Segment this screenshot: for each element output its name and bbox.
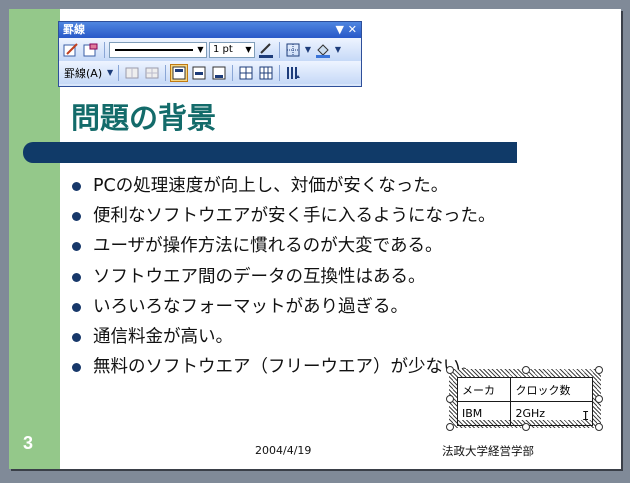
bullet-item[interactable]: 無料のソフトウエア（フリーウエア）が少ない。 <box>69 353 496 383</box>
resize-handle-w[interactable] <box>446 395 454 403</box>
toolbar-window-buttons[interactable]: ▼ ✕ <box>335 22 357 38</box>
distribute-columns-icon[interactable] <box>257 64 275 82</box>
bullet-dot-icon <box>72 363 81 373</box>
bullet-dot-icon <box>72 272 81 282</box>
line-style-sample <box>115 48 193 51</box>
resize-handle-ne[interactable] <box>595 366 603 374</box>
ibeam-cursor-icon: I <box>582 409 590 423</box>
fill-color-icon[interactable] <box>314 41 332 59</box>
merge-cells-icon[interactable] <box>123 64 141 82</box>
toolbar-separator <box>279 41 280 58</box>
title-underline-bar <box>23 142 517 163</box>
resize-handle-se[interactable] <box>595 423 603 431</box>
tables-borders-toolbar[interactable]: 罫線 ▼ ✕ ▼ 1 pt ▼ ▼ ▼ 罫線(A) ▼ <box>58 21 362 87</box>
table-cell[interactable]: IBM <box>456 401 512 426</box>
table-cell[interactable]: 2GHz <box>510 401 593 426</box>
resize-handle-sw[interactable] <box>446 423 454 431</box>
toolbar-title: 罫線 <box>63 23 85 36</box>
chevron-down-icon[interactable]: ▼ <box>304 41 312 59</box>
line-style-dropdown[interactable]: ▼ <box>109 41 207 58</box>
toolbar-separator <box>165 64 167 81</box>
pen-color-icon[interactable] <box>257 41 275 59</box>
eraser-icon[interactable] <box>82 41 100 59</box>
table-header-cell[interactable]: メーカ <box>456 377 512 402</box>
bullet-item[interactable]: ユーザが操作方法に慣れるのが大変である。 <box>69 232 496 262</box>
chevron-down-icon[interactable]: ▼ <box>334 41 342 59</box>
chevron-down-icon[interactable]: ▼ <box>106 64 114 82</box>
borders-menu-button[interactable]: 罫線(A) <box>62 65 104 81</box>
bullet-item[interactable]: 便利なソフトウエアが安く手に入るようになった。 <box>69 202 496 232</box>
toolbar-separator <box>232 64 234 81</box>
bullet-item[interactable]: 通信料金が高い。 <box>69 323 496 353</box>
bullet-dot-icon <box>72 212 81 222</box>
align-top-icon[interactable] <box>170 63 189 82</box>
bullet-dot-icon <box>72 242 81 252</box>
footer-date: 2004/4/19 <box>255 444 312 457</box>
table-header-cell[interactable]: クロック数 <box>510 377 593 402</box>
bullet-item[interactable]: いろいろなフォーマットがあり過ぎる。 <box>69 293 496 323</box>
toolbar-separator <box>279 64 281 81</box>
bullet-item[interactable]: ソフトウエア間のデータの互換性はある。 <box>69 263 496 293</box>
slide-title[interactable]: 問題の背景 <box>71 95 216 137</box>
slide-number: 3 <box>23 433 34 453</box>
toolbar-row-2: 罫線(A) ▼ <box>59 61 361 84</box>
bullet-dot-icon <box>72 182 81 191</box>
footer-organization: 法政大学経営学部 <box>442 444 534 458</box>
toolbar-separator <box>118 64 120 81</box>
bullet-dot-icon <box>72 302 81 312</box>
spec-table[interactable]: メーカ クロック数 IBM 2GHz <box>456 377 593 426</box>
toolbar-row-1: ▼ 1 pt ▼ ▼ ▼ <box>59 38 361 61</box>
align-bottom-icon[interactable] <box>210 64 228 82</box>
table-header-row: メーカ クロック数 <box>456 377 593 402</box>
table-row: IBM 2GHz <box>456 401 593 426</box>
resize-handle-e[interactable] <box>595 395 603 403</box>
chevron-down-icon: ▼ <box>197 44 204 54</box>
border-icon[interactable] <box>284 41 302 59</box>
table-selection-frame[interactable]: メーカ クロック数 IBM 2GHz <box>449 369 601 428</box>
resize-handle-n[interactable] <box>522 366 530 374</box>
line-weight-dropdown[interactable]: 1 pt ▼ <box>209 41 255 58</box>
toolbar-separator <box>104 41 105 58</box>
draw-table-icon[interactable] <box>62 41 80 59</box>
text-direction-icon[interactable] <box>284 64 302 82</box>
distribute-rows-icon[interactable] <box>237 64 255 82</box>
bullet-list[interactable]: PCの処理速度が向上し、対価が安くなった。 便利なソフトウエアが安く手に入るよう… <box>69 172 496 383</box>
slide-left-band <box>9 9 60 469</box>
bullet-dot-icon <box>72 332 81 342</box>
chevron-down-icon: ▼ <box>245 44 252 54</box>
bullet-item[interactable]: PCの処理速度が向上し、対価が安くなった。 <box>69 172 496 202</box>
toolbar-titlebar[interactable]: 罫線 ▼ ✕ <box>59 22 361 38</box>
split-cells-icon[interactable] <box>143 64 161 82</box>
align-center-vertical-icon[interactable] <box>190 64 208 82</box>
resize-handle-s[interactable] <box>522 423 530 431</box>
resize-handle-nw[interactable] <box>446 366 454 374</box>
